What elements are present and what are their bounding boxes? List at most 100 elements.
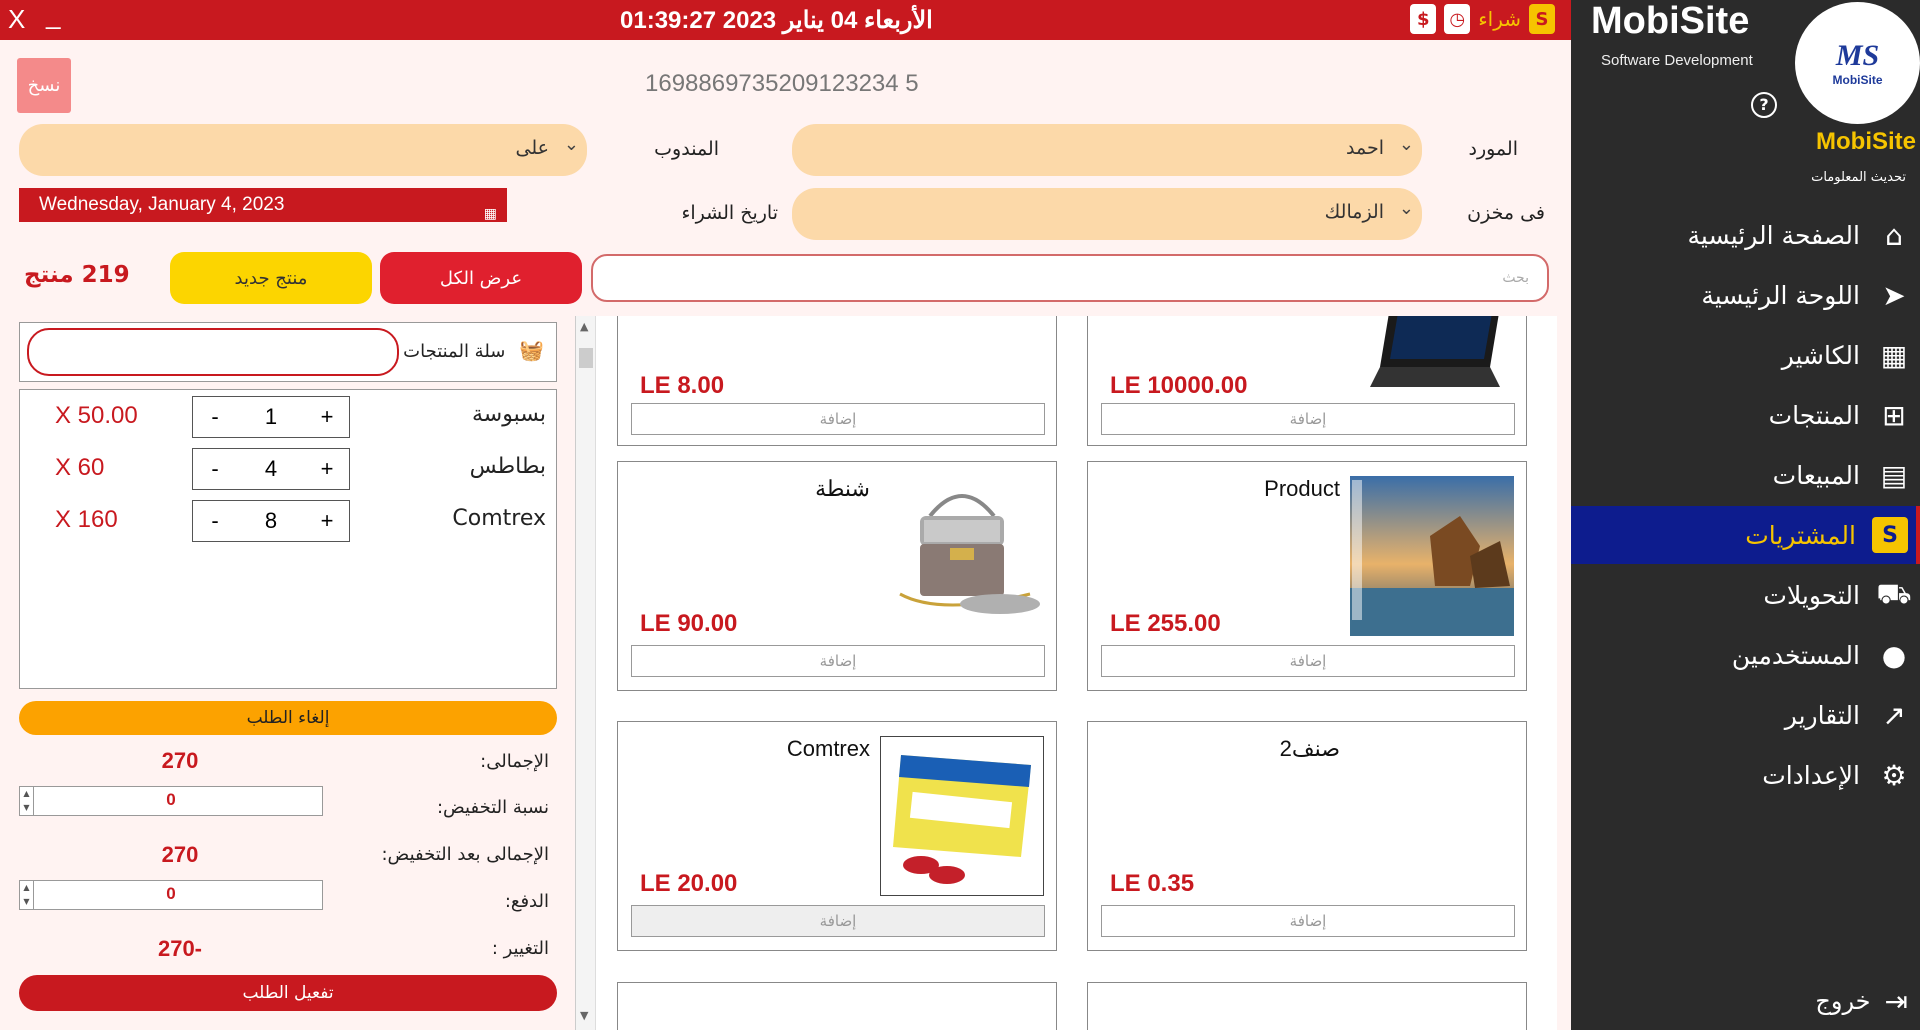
nav-label: المنتجات xyxy=(1768,400,1860,430)
exit-button[interactable]: خروج ⇥ xyxy=(1571,976,1920,1026)
search-input[interactable]: بحث xyxy=(591,254,1549,302)
nav-users[interactable]: المستخدمين ● xyxy=(1571,626,1920,684)
increment-button[interactable]: + xyxy=(305,404,349,430)
cart-item-price: X 50.00 xyxy=(55,402,138,429)
add-button[interactable]: إضافة xyxy=(631,905,1045,937)
minimize-button[interactable]: _ xyxy=(46,0,60,31)
nav-transfers[interactable]: التحويلات ⛟ xyxy=(1571,566,1920,624)
scroll-thumb[interactable] xyxy=(579,348,593,368)
nav-cashier[interactable]: الكاشير ▦ xyxy=(1571,326,1920,384)
close-button[interactable]: X xyxy=(8,4,25,35)
card-icon: ▤ xyxy=(1880,458,1908,492)
store-select[interactable]: الزمالك ⌄ xyxy=(792,188,1422,240)
company-name: MobiSite xyxy=(1816,128,1916,155)
chevron-down-icon: ⌄ xyxy=(563,134,579,155)
add-button[interactable]: إضافة xyxy=(1101,905,1515,937)
product-card[interactable] xyxy=(617,982,1057,1030)
increment-button[interactable]: + xyxy=(305,456,349,482)
change-value: 270- xyxy=(157,936,203,961)
paid-input[interactable]: ▲ ▼ 0 xyxy=(19,880,323,910)
shopify-icon[interactable]: S xyxy=(1529,4,1555,34)
supplier-select[interactable]: احمد ⌄ xyxy=(792,124,1422,176)
home-icon: ⌂ xyxy=(1885,218,1903,252)
product-card[interactable]: صنف2 LE 0.35 إضافة xyxy=(1087,721,1527,951)
laptop-image xyxy=(1350,316,1514,397)
nav-sales[interactable]: المبيعات ▤ xyxy=(1571,446,1920,504)
brand-subtitle: Software Development xyxy=(1601,52,1753,69)
cart-item-price: X 60 xyxy=(55,454,105,481)
scroll-down-icon[interactable]: ▼ xyxy=(580,1009,588,1022)
quantity-value[interactable]: 1 xyxy=(237,404,305,430)
timer-icon[interactable]: ◷ xyxy=(1444,4,1471,34)
send-icon: ➤ xyxy=(1882,278,1906,312)
nav-label: الكاشير xyxy=(1781,340,1860,370)
product-name: صنف2 xyxy=(1279,736,1340,761)
show-all-button[interactable]: عرض الكل xyxy=(380,252,582,304)
product-card[interactable]: LE 10000.00 إضافة xyxy=(1087,316,1527,446)
datetime-display: الأربعاء 04 يناير 2023 01:39:27 xyxy=(620,7,933,34)
shopify-icon: S xyxy=(1872,517,1908,553)
product-name: Product xyxy=(1264,476,1340,501)
add-button[interactable]: إضافة xyxy=(631,403,1045,435)
discount-input[interactable]: ▲ ▼ 0 xyxy=(19,786,323,816)
titlebar-icons: $ ◷ شراء S xyxy=(1410,4,1555,34)
nav-dashboard[interactable]: اللوحة الرئيسية ➤ xyxy=(1571,266,1920,324)
rep-select[interactable]: على ⌄ xyxy=(19,124,587,176)
quantity-value[interactable]: 8 xyxy=(237,508,305,534)
landscape-image xyxy=(1350,476,1514,636)
chevron-down-icon: ⌄ xyxy=(1398,134,1414,155)
title-bar: X _ الأربعاء 04 يناير 2023 01:39:27 $ ◷ … xyxy=(0,0,1571,40)
product-card[interactable]: Comtrex LE 20.00 إضافة xyxy=(617,721,1057,951)
product-card[interactable]: شنطة LE 90.00 إضافة xyxy=(617,461,1057,691)
decrement-button[interactable]: - xyxy=(193,404,237,430)
cart-item-name: بطاطس xyxy=(469,454,546,479)
product-card[interactable]: Product LE 255.00 إضافة xyxy=(1087,461,1527,691)
grid-scrollbar[interactable]: ▲ ▼ xyxy=(576,316,596,1030)
nav-reports[interactable]: التقارير ↗ xyxy=(1571,686,1920,744)
product-price: LE 8.00 xyxy=(640,372,725,399)
brand-title: MobiSite xyxy=(1591,0,1750,42)
decrement-button[interactable]: - xyxy=(193,508,237,534)
basket-icon: 🧺 xyxy=(519,338,544,362)
calendar-icon[interactable]: ▦ xyxy=(484,196,497,230)
add-button[interactable]: إضافة xyxy=(1101,645,1515,677)
nav-settings[interactable]: الإعدادات ⚙ xyxy=(1571,746,1920,804)
logo: MS MobiSite xyxy=(1795,2,1920,124)
nav-products[interactable]: المنتجات ⊞ xyxy=(1571,386,1920,444)
total-value: 270 xyxy=(161,748,199,773)
purchase-date-label: تاريخ الشراء xyxy=(681,202,778,224)
nav-label: التحويلات xyxy=(1763,580,1860,610)
add-button[interactable]: إضافة xyxy=(1101,403,1515,435)
nav-purchases[interactable]: المشتريات S xyxy=(1571,506,1920,564)
update-info-link[interactable]: تحديث المعلومات xyxy=(1811,170,1906,185)
increment-button[interactable]: + xyxy=(305,508,349,534)
discount-value: 0 xyxy=(166,790,176,809)
purchase-date-picker[interactable]: Wednesday, January 4, 2023 ▦ xyxy=(19,188,507,222)
activate-order-button[interactable]: تفعيل الطلب xyxy=(19,975,557,1011)
product-card[interactable] xyxy=(1087,982,1527,1030)
nav-home[interactable]: الصفحة الرئيسية ⌂ xyxy=(1571,206,1920,264)
supplier-value: احمد xyxy=(1346,137,1384,159)
handbag-image xyxy=(880,476,1044,636)
buy-label[interactable]: شراء xyxy=(1478,7,1521,31)
paid-value: 0 xyxy=(166,884,176,903)
quantity-stepper: - 4 + xyxy=(192,448,350,490)
cancel-order-button[interactable]: إلغاء الطلب xyxy=(19,701,557,735)
scroll-up-icon[interactable]: ▲ xyxy=(580,320,588,333)
product-card[interactable]: LE 8.00 إضافة xyxy=(617,316,1057,446)
supplier-label: المورد xyxy=(1468,138,1518,160)
decrement-button[interactable]: - xyxy=(193,456,237,482)
quantity-value[interactable]: 4 xyxy=(237,456,305,482)
new-product-button[interactable]: منتج جديد xyxy=(170,252,372,304)
quantity-stepper: - 8 + xyxy=(192,500,350,542)
chevron-down-icon: ⌄ xyxy=(1398,198,1414,219)
cart-item: X 60 - 4 + بطاطس xyxy=(20,446,558,490)
nav-label: الصفحة الرئيسية xyxy=(1687,220,1861,250)
copy-button[interactable]: نسخ xyxy=(17,58,71,113)
total-after-label: الإجمالى بعد التخفيض: xyxy=(381,844,549,865)
invoice-icon[interactable]: $ xyxy=(1410,4,1437,34)
cart-barcode-input[interactable] xyxy=(27,328,399,376)
gear-icon: ⚙ xyxy=(1881,758,1907,792)
add-button[interactable]: إضافة xyxy=(631,645,1045,677)
help-icon[interactable]: ? xyxy=(1751,92,1777,118)
